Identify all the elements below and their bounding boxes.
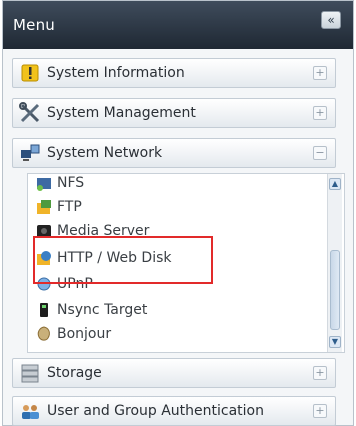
- highlight-box: [33, 236, 213, 284]
- list-item-label: FTP: [57, 199, 82, 215]
- list-item-nsync-target[interactable]: Nsync Target: [34, 299, 147, 321]
- list-item-ftp[interactable]: FTP: [34, 196, 82, 218]
- menu-title: Menu: [13, 16, 55, 34]
- list-scrollbar[interactable]: ▲ ▼: [327, 174, 342, 352]
- expand-icon[interactable]: +: [313, 404, 327, 418]
- section-storage[interactable]: Storage +: [12, 358, 336, 388]
- list-item-label: Nsync Target: [57, 302, 148, 318]
- bonjour-icon: [34, 324, 54, 344]
- nfs-icon: [34, 174, 54, 193]
- scroll-up-arrow-icon[interactable]: ▲: [329, 178, 341, 190]
- storage-icon: [19, 362, 41, 384]
- section-label: System Network: [47, 145, 163, 161]
- tools-icon: [19, 102, 41, 124]
- list-item-bonjour[interactable]: Bonjour: [34, 323, 111, 345]
- section-label: System Information: [47, 65, 185, 81]
- section-label: User and Group Authentication: [47, 403, 264, 419]
- scroll-down-arrow-icon[interactable]: ▼: [329, 336, 341, 348]
- expand-icon[interactable]: +: [313, 366, 327, 380]
- collapse-menu-button[interactable]: «: [321, 11, 341, 29]
- info-icon: [19, 62, 41, 84]
- section-label: Storage: [47, 365, 102, 381]
- menu-header: Menu «: [3, 1, 353, 49]
- nsync-icon: [34, 300, 54, 320]
- collapse-icon[interactable]: −: [313, 146, 327, 160]
- section-system-management[interactable]: System Management +: [12, 98, 336, 128]
- expand-icon[interactable]: +: [313, 106, 327, 120]
- section-system-information[interactable]: System Information +: [12, 58, 336, 88]
- ftp-icon: [34, 197, 54, 217]
- list-item-label: Bonjour: [57, 326, 112, 342]
- list-item-label: NFS: [57, 175, 85, 191]
- list-item-nfs[interactable]: NFS: [34, 174, 85, 194]
- network-icon: [19, 142, 41, 164]
- section-user-group-authentication[interactable]: User and Group Authentication +: [12, 396, 336, 426]
- expand-icon[interactable]: +: [313, 66, 327, 80]
- section-label: System Management: [47, 105, 196, 121]
- scrollbar-thumb[interactable]: [330, 250, 340, 330]
- users-icon: [19, 400, 41, 422]
- section-system-network[interactable]: System Network −: [12, 138, 336, 168]
